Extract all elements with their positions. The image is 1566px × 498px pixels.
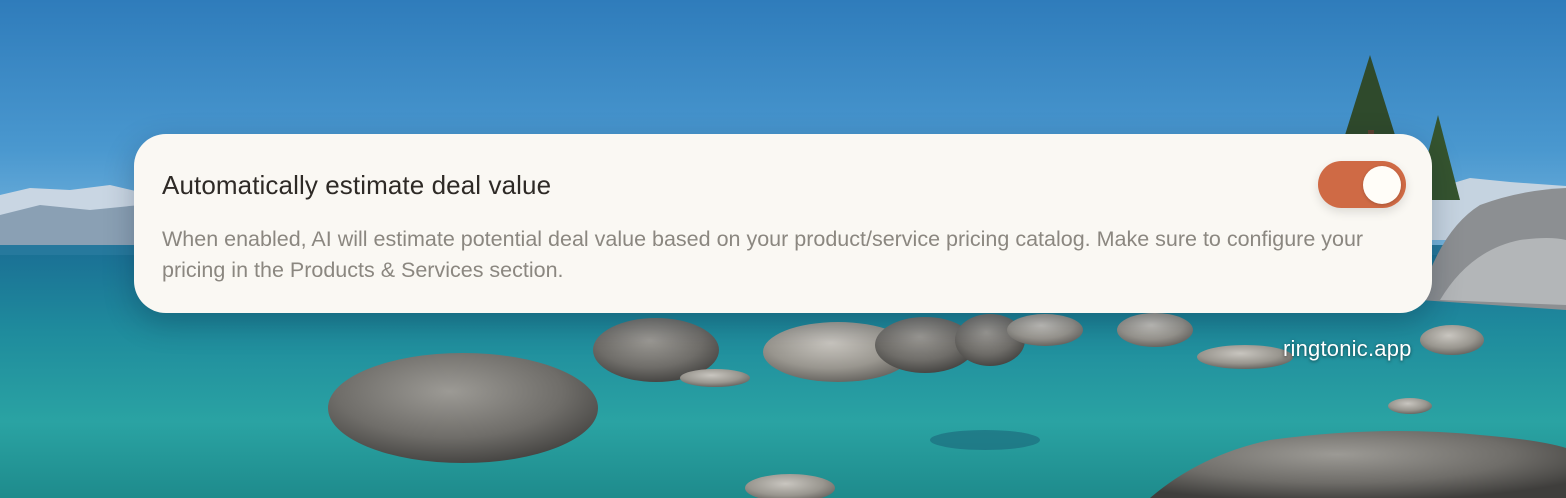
toggle-knob xyxy=(1363,165,1401,204)
setting-description: When enabled, AI will estimate potential… xyxy=(162,227,1364,282)
watermark-text: ringtonic.app xyxy=(1283,336,1412,361)
auto-estimate-toggle[interactable] xyxy=(1318,161,1406,208)
setting-card: Automatically estimate deal value When e… xyxy=(134,134,1432,313)
setting-title: Automatically estimate deal value xyxy=(162,170,552,200)
